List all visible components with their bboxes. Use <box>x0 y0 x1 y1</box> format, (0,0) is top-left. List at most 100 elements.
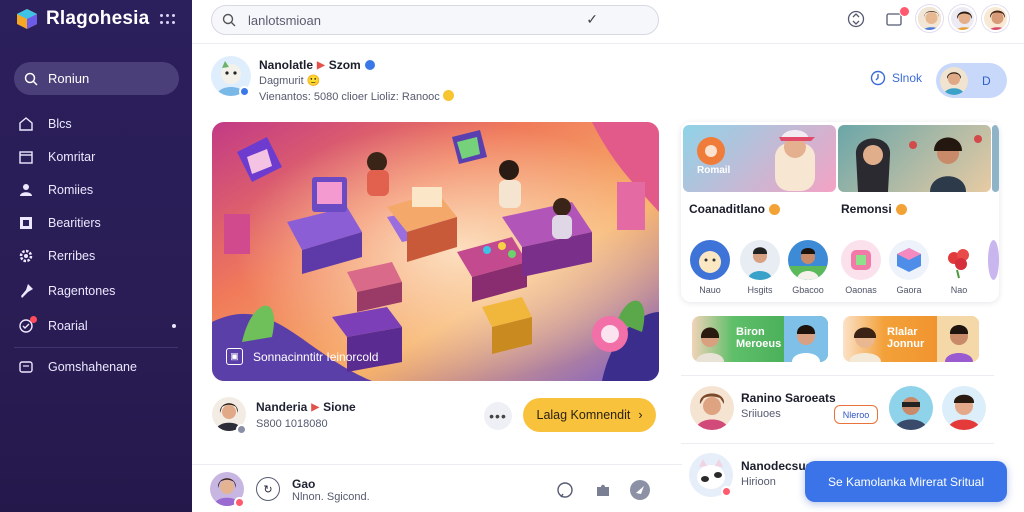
flag-icon: ▶ <box>317 59 325 71</box>
avatar[interactable] <box>916 5 943 32</box>
search-placeholder: lanlotsmioan <box>248 12 321 28</box>
verified-badge-icon <box>364 60 375 70</box>
avatar <box>690 386 734 430</box>
isometric-illustration <box>212 122 659 381</box>
person-icon <box>18 182 34 198</box>
card-label[interactable]: Coanaditlano <box>689 202 781 216</box>
cta-button[interactable]: Lalag Komnendit › <box>523 398 656 432</box>
chat-icon[interactable] <box>554 479 576 501</box>
home-icon <box>18 116 34 132</box>
toast-notification[interactable]: Se Kamolanka Mirerat Sritual <box>805 461 1007 502</box>
app-name: Rlagohesia <box>46 8 150 29</box>
suggestion-avatar[interactable] <box>889 240 929 280</box>
sidebar-item-gomshahenane[interactable]: Gomshahenane <box>18 353 178 381</box>
suggestion-avatar[interactable] <box>788 240 828 280</box>
sidebar-item-label: Blcs <box>48 117 72 131</box>
verified-icon <box>239 86 250 97</box>
suggestion-avatar[interactable] <box>841 240 881 280</box>
brand[interactable]: Rlagohesia <box>16 8 149 30</box>
banner-text: Biron Meroeus <box>736 326 782 350</box>
avatar <box>942 386 986 430</box>
suggestion-label: Nauo <box>699 285 721 295</box>
bottom-bar: ↻ Gao Nlnon. Sgicond. <box>192 464 682 512</box>
more-options-button[interactable]: ••• <box>484 402 512 430</box>
post-author[interactable]: Nanolatle ▶ Szom <box>259 58 375 72</box>
suggestion-avatar[interactable] <box>939 240 979 280</box>
suggestion-label: Gaora <box>896 285 922 295</box>
sidebar-item-label: Rerribes <box>48 249 96 263</box>
author-tag: Szom <box>328 58 361 72</box>
refresh-icon[interactable]: ↻ <box>256 477 280 501</box>
sidebar-item-label: Gomshahenane <box>48 360 137 374</box>
emoji-icon: 🙂 <box>306 75 321 87</box>
search-icon <box>24 72 38 86</box>
notification-badge <box>899 6 910 17</box>
chevron-right-icon: › <box>638 408 643 422</box>
list-item-sub: Hirioon <box>741 476 776 488</box>
emoji-icon <box>769 203 781 215</box>
status-dot <box>236 424 247 435</box>
post-header: Nanolatle ▶ Szom Dagmurit 🙂 Vienantos: 5… <box>211 56 671 108</box>
document-icon <box>18 359 34 375</box>
suggestion-label: Gbacoo <box>792 285 824 295</box>
send-icon[interactable] <box>629 479 651 501</box>
notification-dot <box>234 497 245 508</box>
sidebar-item-ragentones[interactable]: Ragentones <box>18 277 178 305</box>
suggestion-avatar[interactable] <box>690 240 730 280</box>
profile-pill-button[interactable]: D <box>936 63 1007 98</box>
sidebar-search-label: Roniun <box>48 71 90 86</box>
suggestions-card: Romail Coanaditlano Remonsi Nauo Hsgits … <box>681 122 999 302</box>
clock-icon <box>870 70 886 86</box>
notification-dot <box>721 486 732 497</box>
suggestion-avatar[interactable] <box>740 240 780 280</box>
promo-banner[interactable]: Biron Meroeus <box>692 316 828 362</box>
bottom-title: Gao <box>292 477 316 491</box>
sort-icon[interactable] <box>846 9 866 29</box>
post-hero-image[interactable]: ▣ Sonnacinntitr Ieinorcold <box>212 122 659 381</box>
card-label[interactable]: Remonsi <box>841 202 907 216</box>
tag-button[interactable]: Nleroo <box>834 405 878 424</box>
list-item-name: Nanodecsue <box>741 459 813 473</box>
apps-grid-icon[interactable] <box>160 14 175 26</box>
follow-link[interactable]: Slnok <box>870 70 922 86</box>
avatar[interactable] <box>949 5 976 32</box>
sidebar-item-roarial[interactable]: Roarial <box>18 312 178 340</box>
card-thumbnail[interactable]: Romail <box>683 125 836 192</box>
search-icon <box>222 13 236 27</box>
card-thumbnail[interactable] <box>838 125 991 192</box>
sidebar-item-bearitiers[interactable]: Bearitiers <box>18 209 178 237</box>
avatar <box>940 66 968 95</box>
promo-banners: Biron Meroeus Rlalar Jonnur <box>681 308 994 376</box>
sidebar-item-label: Bearitiers <box>48 216 101 230</box>
post2-author[interactable]: Nanderia ▶ Sione <box>256 400 356 414</box>
bottom-subtitle: Nlnon. Sgicond. <box>292 491 370 503</box>
suggestion-label: Oaonas <box>845 285 877 295</box>
post-meta: Vienantos: 5080 clioer Lioliz: Ranooc <box>259 90 454 103</box>
search-input[interactable]: lanlotsmioan ✓ <box>211 5 659 35</box>
smile-emoji-icon <box>442 90 454 101</box>
emoji-icon <box>895 203 907 215</box>
app-logo-icon <box>16 8 38 30</box>
gear-icon <box>18 248 34 264</box>
sidebar-item-label: Ragentones <box>48 284 116 298</box>
inbox-icon[interactable] <box>884 6 910 29</box>
suggestion-avatar <box>988 240 999 280</box>
sidebar-search[interactable]: Roniun <box>14 62 179 95</box>
avatar[interactable] <box>982 5 1009 32</box>
topbar: lanlotsmioan ✓ <box>192 0 1024 44</box>
puzzle-icon[interactable] <box>592 479 614 501</box>
sidebar-item-rerribes[interactable]: Rerribes <box>18 242 178 270</box>
author-name: Nanolatle <box>259 58 314 72</box>
sidebar-item-blcs[interactable]: Blcs <box>18 110 178 138</box>
avatar <box>889 386 933 430</box>
post-subtitle: Dagmurit 🙂 <box>259 75 321 87</box>
check-icon[interactable]: ✓ <box>586 11 598 28</box>
promo-banner[interactable]: Rlalar Jonnur <box>843 316 979 362</box>
sidebar-item-komritar[interactable]: Komritar <box>18 143 178 171</box>
sidebar-item-label: Roarial <box>48 319 88 333</box>
card-title: Romail <box>697 165 731 176</box>
card-thumbnail <box>992 125 999 192</box>
sidebar-item-romiies[interactable]: Romiies <box>18 176 178 204</box>
image-icon: ▣ <box>226 348 243 365</box>
sidebar-divider <box>14 347 178 348</box>
